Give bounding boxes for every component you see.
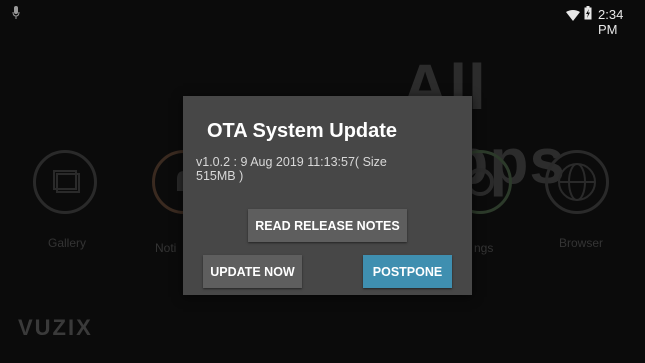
app-label-settings: ngs — [474, 241, 494, 255]
gallery-icon — [53, 170, 80, 193]
dialog-title: OTA System Update — [207, 120, 398, 142]
screen: 2:34 PM All Apps Gallery Noti ngs Browse… — [0, 0, 645, 363]
postpone-button[interactable]: POSTPONE — [363, 255, 452, 288]
status-bar: 2:34 PM — [0, 0, 645, 37]
battery-icon — [584, 6, 592, 25]
app-label-notifications: Noti — [155, 241, 177, 255]
status-clock: 2:34 PM — [598, 7, 624, 37]
microphone-icon — [12, 6, 20, 25]
wifi-icon — [566, 8, 580, 26]
ota-update-dialog: OTA System Update v1.0.2 : 9 Aug 2019 11… — [183, 96, 472, 295]
read-release-notes-button[interactable]: READ RELEASE NOTES — [248, 209, 407, 242]
vuzix-logo: VUZIX — [18, 315, 118, 343]
svg-text:VUZIX: VUZIX — [18, 316, 93, 338]
app-label-browser: Browser — [559, 236, 604, 250]
browser-app-icon[interactable] — [545, 150, 609, 214]
dialog-message: v1.0.2 : 9 Aug 2019 11:13:57( Size 515MB… — [196, 155, 387, 183]
app-label-gallery: Gallery — [48, 236, 87, 250]
globe-icon — [558, 163, 596, 201]
update-now-button[interactable]: UPDATE NOW — [203, 255, 302, 288]
gallery-app-icon[interactable] — [33, 150, 97, 214]
